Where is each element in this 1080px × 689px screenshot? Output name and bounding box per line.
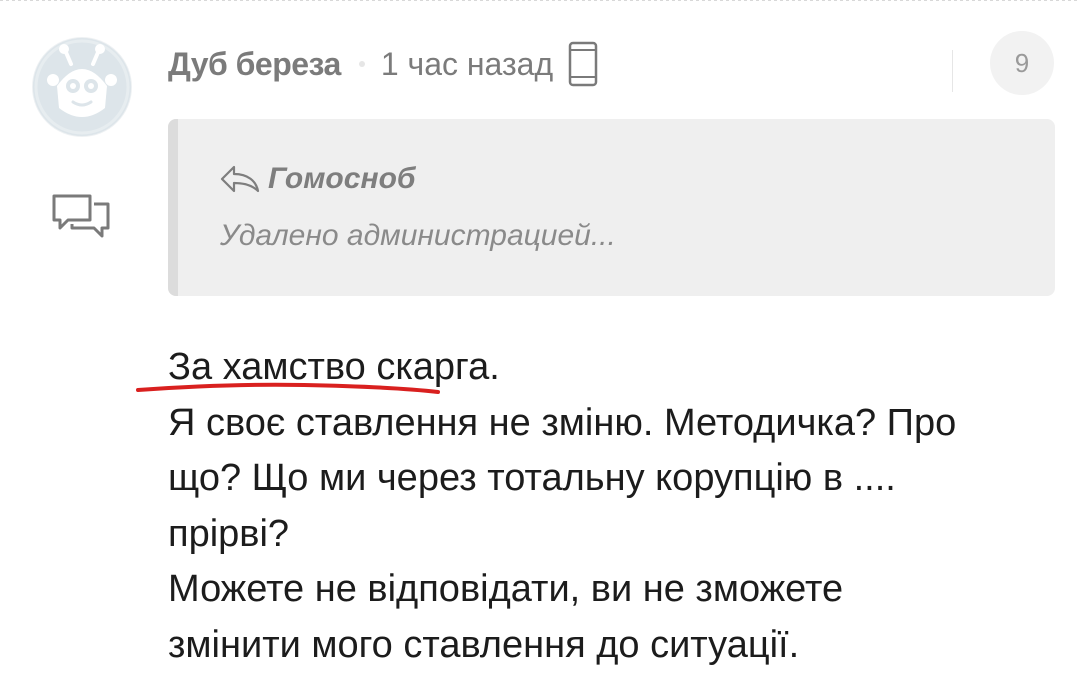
top-divider <box>0 0 1080 4</box>
reply-arrow-icon <box>220 165 260 193</box>
red-underline-mark <box>136 382 440 394</box>
user-avatar[interactable] <box>33 38 131 136</box>
comment-page: Дуб береза 1 час назад 9 Гомосноб Удален… <box>0 0 1080 689</box>
mobile-phone-icon <box>567 40 599 88</box>
reply-button[interactable] <box>50 190 112 242</box>
separator-dot <box>358 61 365 67</box>
quote-author: Гомосноб <box>268 162 416 195</box>
header-divider <box>952 50 953 92</box>
quoted-comment: Гомосноб Удалено администрацией... <box>168 119 1055 296</box>
alien-avatar-icon <box>33 38 131 136</box>
author-name[interactable]: Дуб береза <box>168 46 341 83</box>
body-line: змінити мого ставлення до ситуації. <box>168 623 800 666</box>
comment-header: Дуб береза 1 час назад <box>168 34 599 94</box>
body-line: прірві? <box>168 512 290 555</box>
quote-author-row[interactable]: Гомосноб <box>218 159 415 199</box>
body-line: Я своє ставлення не зміню. Методичка? Пр… <box>168 401 957 444</box>
body-line: що? Що ми через тотальну корупцію в .... <box>168 457 896 499</box>
comment-time: 1 час назад <box>380 45 554 82</box>
body-line: Можете не відповідати, ви не зможете <box>168 568 844 610</box>
rating-badge[interactable]: 9 <box>990 31 1054 95</box>
speech-bubbles-icon <box>52 194 110 238</box>
quote-bar <box>168 119 178 296</box>
quote-text: Удалено администрацией... <box>220 219 616 252</box>
